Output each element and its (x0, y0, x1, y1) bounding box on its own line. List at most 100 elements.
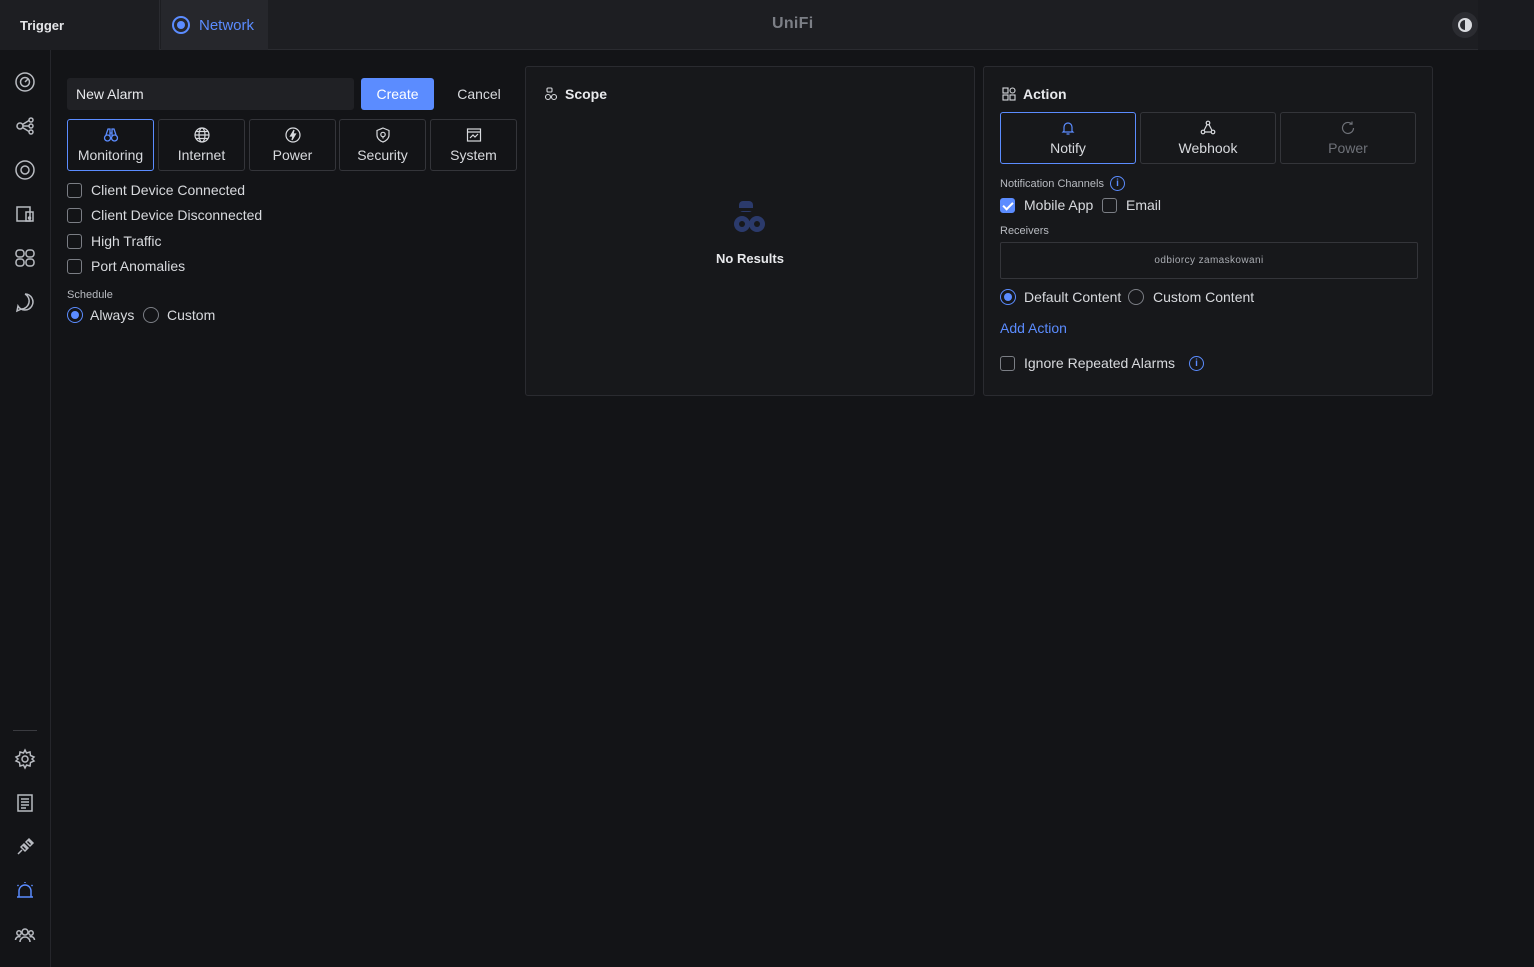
logs-icon[interactable] (13, 791, 37, 815)
scope-icon (544, 87, 558, 101)
contrast-icon (1458, 18, 1472, 32)
category-tab-monitoring[interactable]: Monitoring (67, 119, 154, 171)
category-tab-internet[interactable]: Internet (158, 119, 245, 171)
tab-trigger[interactable]: Trigger (0, 0, 160, 50)
content-default-label: Default Content (1024, 289, 1122, 305)
no-results-text: No Results (716, 251, 784, 266)
theme-toggle-button[interactable] (1452, 12, 1478, 38)
checkbox[interactable] (67, 258, 82, 274)
checkbox[interactable] (1102, 197, 1117, 213)
shield-icon (375, 127, 390, 143)
action-title: Action (1002, 86, 1067, 102)
settings-icon[interactable] (13, 747, 37, 771)
add-action-link[interactable]: Add Action (1000, 320, 1067, 336)
scope-title-text: Scope (565, 86, 608, 102)
checkbox[interactable] (67, 207, 82, 223)
tab-trigger-label: Trigger (20, 17, 65, 33)
binoculars-icon (103, 128, 118, 142)
action-tab-notify[interactable]: Notify (1000, 112, 1136, 164)
trigger-label: High Traffic (91, 233, 162, 249)
trigger-label: Client Device Disconnected (91, 207, 263, 223)
integrations-icon[interactable] (13, 835, 37, 859)
trigger-label: Port Anomalies (91, 258, 186, 274)
category-tab-security[interactable]: Security (339, 119, 426, 171)
notification-channels-row: Notification Channels i (1000, 176, 1125, 191)
schedule-always-option[interactable]: Always (67, 307, 134, 323)
network-icon (172, 16, 190, 34)
devices-icon[interactable] (13, 202, 37, 226)
radio-button[interactable] (143, 307, 159, 323)
action-icon (1002, 87, 1016, 101)
action-tab-label: Power (1328, 140, 1368, 156)
receivers-field[interactable]: odbiorcy zamaskowani (1000, 242, 1418, 279)
radio-button[interactable] (1000, 289, 1016, 305)
refresh-icon (1341, 121, 1355, 134)
channel-mobile-app[interactable]: Mobile App (1000, 197, 1093, 213)
tab-network-label: Network (199, 16, 255, 34)
content-custom-option[interactable]: Custom Content (1128, 289, 1254, 305)
category-label: Security (357, 147, 408, 163)
notification-channels-label: Notification Channels (1000, 177, 1104, 190)
system-icon (466, 128, 481, 142)
globe-icon (193, 127, 210, 143)
radio-button[interactable] (1128, 289, 1144, 305)
webhook-icon (1200, 120, 1216, 135)
insights-icon[interactable] (13, 290, 37, 314)
trigger-port-anomalies[interactable]: Port Anomalies (67, 258, 185, 274)
ignore-repeated-label: Ignore Repeated Alarms (1024, 355, 1175, 371)
topology-icon[interactable] (13, 114, 37, 138)
alarm-name-input[interactable] (67, 78, 354, 110)
receivers-value: odbiorcy zamaskowani (1154, 255, 1264, 266)
category-label: Internet (177, 147, 226, 163)
trigger-client-connected[interactable]: Client Device Connected (67, 182, 245, 198)
trigger-client-disconnected[interactable]: Client Device Disconnected (67, 207, 262, 223)
topbar-filler (1478, 0, 1534, 50)
brand-logo: UniFi (772, 15, 814, 32)
category-tab-power[interactable]: Power (249, 119, 336, 171)
action-tab-label: Notify (1050, 140, 1086, 156)
target-icon[interactable] (13, 158, 37, 182)
checkbox[interactable] (67, 233, 82, 249)
schedule-always-label: Always (90, 307, 135, 323)
checkbox[interactable] (1000, 197, 1015, 213)
action-tab-power[interactable]: Power (1280, 112, 1416, 164)
checkbox[interactable] (1000, 355, 1015, 371)
sidebar (0, 50, 51, 967)
content-default-option[interactable]: Default Content (1000, 289, 1121, 305)
checkbox[interactable] (67, 182, 82, 198)
action-title-text: Action (1023, 86, 1067, 102)
info-icon[interactable]: i (1109, 176, 1125, 191)
channel-mobile-app-label: Mobile App (1024, 197, 1094, 213)
cancel-button[interactable]: Cancel (448, 78, 510, 110)
category-tab-system[interactable]: System (430, 119, 517, 171)
channel-email-label: Email (1126, 197, 1162, 213)
action-card: Action Notify Webhook Power Notification… (983, 66, 1433, 396)
create-button[interactable]: Create (361, 78, 434, 110)
info-icon[interactable]: i (1188, 355, 1204, 371)
bell-icon (1061, 122, 1075, 135)
scope-title: Scope (544, 86, 607, 102)
category-label: Monitoring (77, 147, 144, 163)
trigger-high-traffic[interactable]: High Traffic (67, 233, 162, 249)
action-tab-label: Webhook (1178, 140, 1238, 156)
action-tab-webhook[interactable]: Webhook (1140, 112, 1276, 164)
dashboard-icon[interactable] (13, 70, 37, 94)
scope-card: Scope No Results (525, 66, 975, 396)
tab-network[interactable]: Network (161, 0, 268, 50)
schedule-custom-label: Custom (167, 307, 216, 323)
category-label: Power (272, 147, 313, 163)
bolt-icon (284, 127, 301, 143)
top-bar: Trigger Network UniFi (0, 0, 1534, 50)
ignore-repeated-alarms-option[interactable]: Ignore Repeated Alarms i (1000, 355, 1204, 371)
radio-button[interactable] (67, 307, 83, 323)
category-label: System (450, 147, 497, 163)
channel-email[interactable]: Email (1102, 197, 1161, 213)
schedule-custom-option[interactable]: Custom (143, 307, 215, 323)
clients-icon[interactable] (13, 246, 37, 270)
content-custom-label: Custom Content (1153, 289, 1255, 305)
schedule-label: Schedule (67, 289, 113, 301)
alarm-icon[interactable] (13, 879, 37, 903)
trigger-label: Client Device Connected (91, 182, 246, 198)
receivers-label: Receivers (1000, 225, 1049, 237)
users-icon[interactable] (13, 923, 37, 947)
